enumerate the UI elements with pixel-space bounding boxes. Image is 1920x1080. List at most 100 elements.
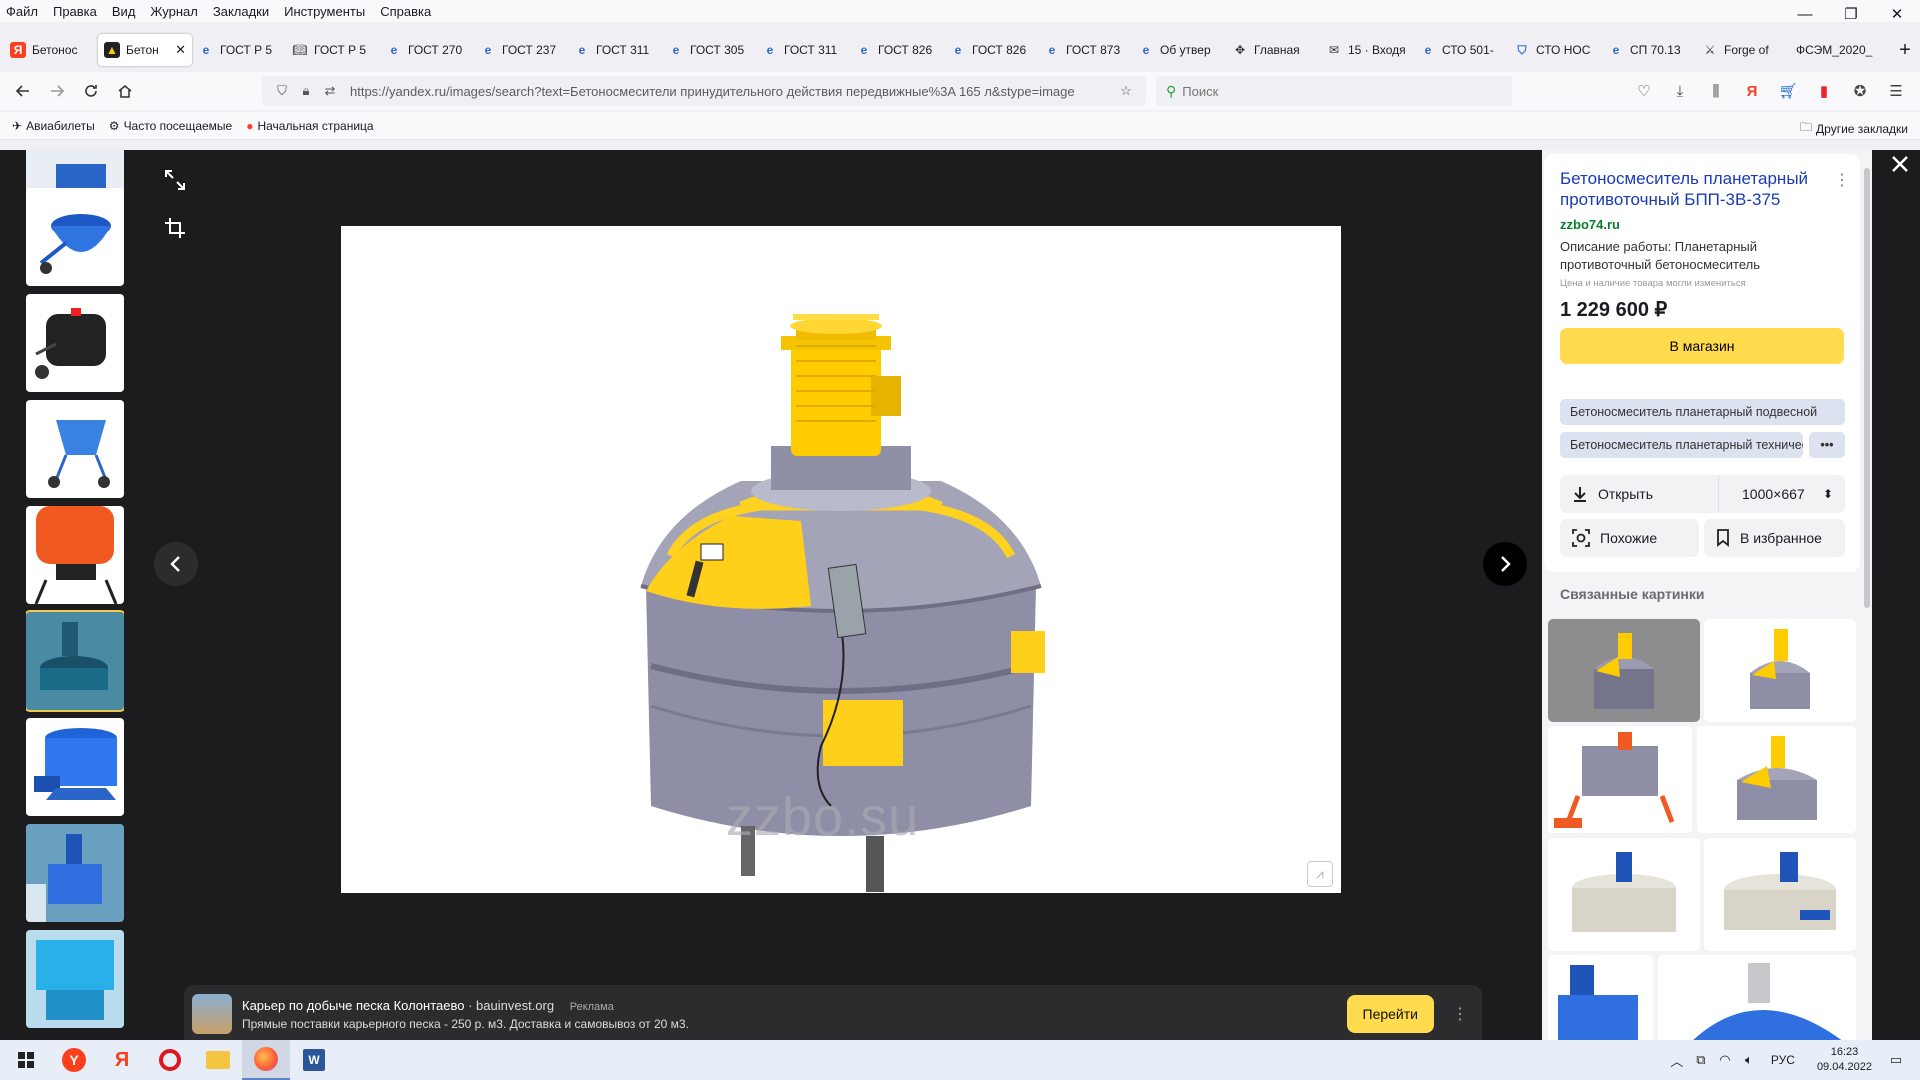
ad-title[interactable]: Карьер по добыче песка Колонтаево — [242, 998, 464, 1013]
related-image[interactable] — [1548, 955, 1653, 1045]
tab-1[interactable]: ▲ Бетон ✕ — [98, 34, 192, 66]
tab-16[interactable]: ⛉ СТО НОС — [1508, 34, 1602, 66]
ad-more-icon[interactable]: ⋮ — [1446, 1004, 1474, 1024]
open-button[interactable]: Открыть 1000×667 ⬍ — [1560, 475, 1845, 513]
library-icon[interactable]: ⫼ — [1698, 76, 1734, 106]
thumbnail[interactable] — [26, 506, 124, 604]
tab-10[interactable]: e ГОСТ 826 — [944, 34, 1038, 66]
minimize-button[interactable]: — — [1782, 0, 1828, 28]
tag-chip[interactable]: Бетоносмеситель планетарный подвесной — [1560, 399, 1845, 425]
new-tab-button[interactable]: + — [1890, 34, 1920, 66]
taskbar-explorer[interactable] — [194, 1040, 242, 1080]
close-viewer-button[interactable] — [1884, 148, 1916, 180]
tag-chip[interactable]: Бетоносмеситель планетарный технический — [1560, 432, 1803, 458]
yandex-ext-icon[interactable]: Я — [1734, 76, 1770, 106]
restore-button[interactable]: ❐ — [1828, 0, 1874, 28]
clock[interactable]: 16:23 09.04.2022 — [1817, 1045, 1872, 1075]
related-image[interactable] — [1548, 619, 1700, 722]
menu-help[interactable]: Справка — [380, 4, 431, 19]
taskbar-word[interactable]: W — [290, 1040, 338, 1080]
cart-icon[interactable]: 🛒︎ — [1770, 76, 1806, 106]
pocket-icon[interactable]: ♡ — [1626, 76, 1662, 106]
shop-button[interactable]: В магазин — [1560, 328, 1844, 364]
thumbnail[interactable] — [26, 294, 124, 392]
tray-chevron-up-icon[interactable]: ︿ — [1665, 1051, 1689, 1070]
url-text[interactable]: https://yandex.ru/images/search?text=Бет… — [350, 84, 1114, 99]
related-image[interactable] — [1658, 955, 1856, 1045]
tab-0[interactable]: Я Бетонос — [4, 34, 98, 66]
lock-icon[interactable]: 🔒︎ — [294, 83, 318, 99]
related-image[interactable] — [1548, 726, 1692, 833]
menu-bookmarks[interactable]: Закладки — [213, 4, 269, 19]
scrollbar-thumb[interactable] — [1864, 168, 1870, 608]
bookmark-start-page[interactable]: ● Начальная страница — [246, 119, 373, 133]
language-indicator[interactable]: РУС — [1771, 1053, 1795, 1067]
bookmark-avia[interactable]: ✈ Авиабилеты — [12, 119, 95, 133]
related-image[interactable] — [1548, 838, 1700, 951]
tab-15[interactable]: e СТО 501- — [1414, 34, 1508, 66]
card-menu-icon[interactable]: ⋮ — [1834, 170, 1850, 190]
thumbnail[interactable] — [26, 400, 124, 498]
bookmark-star-icon[interactable]: ☆ — [1114, 83, 1138, 99]
taskbar-yandex[interactable]: Я — [98, 1040, 146, 1080]
thumbnail[interactable] — [26, 824, 124, 922]
address-bar[interactable]: ⛉ 🔒︎ ⇄ https://yandex.ru/images/search?t… — [262, 76, 1146, 106]
report-icon[interactable]: ⩘ — [1307, 861, 1333, 887]
tab-12[interactable]: e Об утвер — [1132, 34, 1226, 66]
menu-file[interactable]: Файл — [6, 4, 38, 19]
size-chooser-icon[interactable]: ⬍ — [1823, 487, 1833, 501]
menu-edit[interactable]: Правка — [53, 4, 97, 19]
downloads-icon[interactable]: ⤓ — [1662, 76, 1698, 106]
taskbar-firefox[interactable] — [242, 1040, 290, 1080]
home-button[interactable] — [108, 76, 142, 106]
menu-tools[interactable]: Инструменты — [284, 4, 365, 19]
permissions-icon[interactable]: ⇄ — [318, 83, 342, 99]
reload-button[interactable] — [74, 76, 108, 106]
extension-icon[interactable]: ✪ — [1842, 76, 1878, 106]
prev-image-button[interactable] — [154, 542, 198, 586]
hamburger-menu-icon[interactable]: ☰ — [1878, 76, 1914, 106]
flag-ext-icon[interactable]: ▮ — [1806, 76, 1842, 106]
back-button[interactable] — [6, 76, 40, 106]
tab-4[interactable]: e ГОСТ 270 — [380, 34, 474, 66]
thumbnail[interactable] — [26, 930, 124, 1028]
close-window-button[interactable]: ✕ — [1874, 0, 1920, 28]
panel-scrollbar[interactable] — [1862, 150, 1872, 1040]
network-icon[interactable]: ◠ — [1713, 1052, 1737, 1068]
ad-thumbnail[interactable] — [192, 994, 232, 1034]
volume-icon[interactable]: 🔈︎ — [1737, 1052, 1761, 1068]
tab-18[interactable]: ⚔ Forge of — [1696, 34, 1790, 66]
tab-14[interactable]: ✉ 15 · Входя — [1320, 34, 1414, 66]
next-image-button[interactable] — [1483, 542, 1527, 586]
notifications-icon[interactable]: ▭ — [1884, 1052, 1908, 1068]
tags-more-button[interactable]: ••• — [1809, 432, 1845, 458]
other-bookmarks[interactable]: 🗀︎ Другие закладки — [1800, 118, 1908, 139]
tab-8[interactable]: e ГОСТ 311 — [756, 34, 850, 66]
product-domain[interactable]: zzbo74.ru — [1560, 217, 1844, 232]
favorite-button[interactable]: В избранное — [1704, 519, 1845, 557]
search-input[interactable] — [1182, 83, 1502, 99]
tab-9[interactable]: e ГОСТ 826 — [850, 34, 944, 66]
tab-17[interactable]: e СП 70.13 — [1602, 34, 1696, 66]
search-bar[interactable]: ⚲ — [1156, 76, 1512, 106]
related-image[interactable] — [1697, 726, 1856, 833]
related-image[interactable] — [1704, 619, 1856, 722]
crop-icon[interactable] — [157, 210, 193, 246]
related-image[interactable] — [1704, 838, 1856, 951]
thumbnail[interactable] — [26, 188, 124, 286]
forward-button[interactable] — [40, 76, 74, 106]
tab-3[interactable]: 📖︎ ГОСТ Р 5 — [286, 34, 380, 66]
menu-view[interactable]: Вид — [112, 4, 136, 19]
tab-6[interactable]: e ГОСТ 311 — [568, 34, 662, 66]
start-button[interactable] — [2, 1040, 50, 1080]
taskbar-opera[interactable] — [146, 1040, 194, 1080]
tab-7[interactable]: e ГОСТ 305 — [662, 34, 756, 66]
image-size[interactable]: 1000×667 — [1742, 486, 1805, 502]
product-title[interactable]: Бетоносмеситель планетарный противоточны… — [1560, 168, 1838, 210]
taskbar-yandex-browser[interactable]: Y — [50, 1040, 98, 1080]
similar-button[interactable]: Похожие — [1560, 519, 1699, 557]
bookmark-frequent[interactable]: ⚙ Часто посещаемые — [109, 119, 232, 133]
fullscreen-icon[interactable] — [157, 162, 193, 198]
tab-2[interactable]: e ГОСТ Р 5 — [192, 34, 286, 66]
thumbnail[interactable] — [26, 718, 124, 816]
